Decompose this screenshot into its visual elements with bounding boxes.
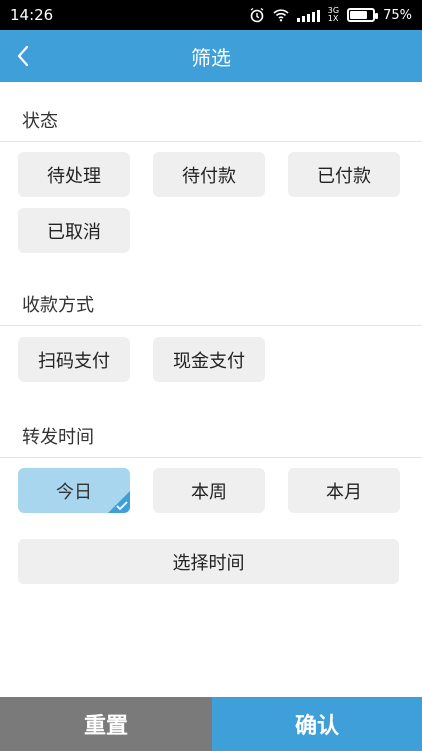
page-title: 筛选 xyxy=(191,45,231,70)
filter-chip-this-week[interactable]: 本周 xyxy=(153,468,265,513)
status-bar: 14:26 3G 1X 75% xyxy=(0,0,422,30)
footer-actions: 重置 确认 xyxy=(0,697,422,751)
filter-chip-today[interactable]: 今日 xyxy=(18,468,130,513)
filter-chip-this-month[interactable]: 本月 xyxy=(288,468,400,513)
filter-chip-cancelled[interactable]: 已取消 xyxy=(18,208,130,253)
reset-button[interactable]: 重置 xyxy=(0,697,212,751)
filter-chip-cash-payment[interactable]: 现金支付 xyxy=(153,337,265,382)
status-time: 14:26 xyxy=(10,6,54,24)
filter-chip-awaiting-payment[interactable]: 待付款 xyxy=(153,152,265,197)
select-time-button[interactable]: 选择时间 xyxy=(18,539,399,584)
check-icon xyxy=(116,501,128,511)
section-label-payment: 收款方式 xyxy=(22,295,94,316)
filter-chip-qr-payment[interactable]: 扫码支付 xyxy=(18,337,130,382)
filter-chip-pending[interactable]: 待处理 xyxy=(18,152,130,197)
signal-icon xyxy=(296,8,320,22)
wifi-icon xyxy=(273,9,289,22)
network-type: 3G 1X xyxy=(327,6,340,23)
chevron-left-icon xyxy=(17,45,29,67)
battery-icon xyxy=(347,8,379,22)
filter-chip-paid[interactable]: 已付款 xyxy=(288,152,400,197)
status-icons: 3G 1X 75% xyxy=(249,7,412,23)
section-label-status: 状态 xyxy=(22,111,58,132)
chip-label: 今日 xyxy=(56,481,92,503)
confirm-button[interactable]: 确认 xyxy=(212,697,422,751)
battery-percent: 75% xyxy=(383,7,412,23)
alarm-icon xyxy=(250,7,264,23)
divider xyxy=(0,457,422,458)
divider xyxy=(0,141,422,142)
section-label-forward-time: 转发时间 xyxy=(22,427,94,448)
navigation-bar: 筛选 xyxy=(0,30,422,82)
divider xyxy=(0,325,422,326)
back-button[interactable] xyxy=(10,43,36,69)
